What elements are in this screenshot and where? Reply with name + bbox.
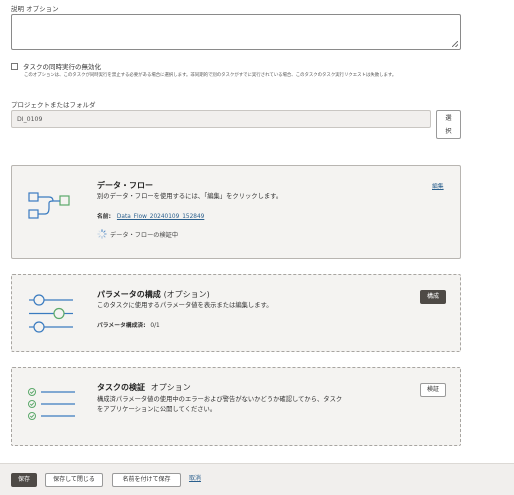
validation-card: タスクの検証 オプション 構成済パラメータ値の使用中のエラーおよび警告がないかど… <box>11 367 461 446</box>
data-flow-name-label: 名前: <box>97 214 111 220</box>
project-label: プロジェクトまたはフォルダ <box>11 101 96 109</box>
configure-button[interactable]: 構成 <box>420 290 446 304</box>
save-as-button[interactable]: 名前を付けて保存 <box>112 473 181 487</box>
validation-description-line2: をアプリケーションに公開してください。 <box>97 406 217 413</box>
data-flow-description: 別のデータ・フローを使用するには、「編集」をクリックします。 <box>97 193 283 200</box>
parameters-description: このタスクに使用するパラメータ値を表示または編集します。 <box>97 302 273 309</box>
validation-checklist-icon <box>28 388 75 420</box>
description-label: 説明 オプション <box>11 5 59 13</box>
edit-data-flow-link[interactable]: 編集 <box>432 181 444 190</box>
disable-concurrent-label: タスクの同時実行の無効化 <box>23 63 101 71</box>
spinner-icon <box>97 229 107 239</box>
project-field[interactable]: DI_0109 <box>11 110 431 128</box>
data-flow-status-text: データ・フローの検証中 <box>110 231 179 239</box>
disable-concurrent-row[interactable]: タスクの同時実行の無効化 <box>11 61 101 71</box>
data-flow-status: データ・フローの検証中 <box>97 229 178 239</box>
parameters-icon <box>29 294 73 333</box>
data-flow-card: データ・フロー 別のデータ・フローを使用するには、「編集」をクリックします。 名… <box>11 165 461 259</box>
select-project-button[interactable]: 選 択 <box>436 110 461 139</box>
parameters-card: パラメータの構成 (オプション) このタスクに使用するパラメータ値を表示または編… <box>11 274 461 352</box>
cancel-link[interactable]: 取消 <box>184 473 206 487</box>
data-flow-icon <box>28 192 70 219</box>
disable-concurrent-checkbox[interactable] <box>11 62 18 70</box>
validation-title-text: タスクの検証 <box>97 383 145 392</box>
save-and-close-button[interactable]: 保存して閉じる <box>45 473 103 487</box>
parameters-configured: パラメータ構成済: 0/1 <box>97 320 160 329</box>
disable-concurrent-help: このオプションは、このタスクが同時実行を禁止する必要がある場合に選択します。非同… <box>24 73 397 78</box>
parameters-title: パラメータの構成 (オプション) <box>97 289 210 300</box>
validation-title: タスクの検証 オプション <box>97 382 191 393</box>
data-flow-name: 名前: Data_Flow_20240109_152849 <box>97 211 204 220</box>
data-flow-title: データ・フロー <box>97 181 153 190</box>
data-flow-name-link[interactable]: Data_Flow_20240109_152849 <box>117 214 204 220</box>
validation-optional: オプション <box>150 383 191 392</box>
parameters-configured-value: 0/1 <box>150 323 160 329</box>
description-textarea[interactable] <box>11 14 461 50</box>
validate-button[interactable]: 検証 <box>420 383 446 397</box>
parameters-optional: (オプション) <box>163 290 210 299</box>
resize-grip-icon[interactable] <box>452 41 458 47</box>
save-button[interactable]: 保存 <box>11 473 37 487</box>
validation-description-line1: 構成済パラメータ値の使用中のエラーおよび警告がないかどうか確認してから、タスク <box>97 396 343 403</box>
footer-bar: 保存 保存して閉じる 名前を付けて保存 取消 <box>0 463 514 495</box>
parameters-configured-label: パラメータ構成済: <box>97 323 146 329</box>
parameters-title-text: パラメータの構成 <box>97 290 161 299</box>
validation-description: 構成済パラメータ値の使用中のエラーおよび警告がないかどうか確認してから、タスク … <box>97 395 342 415</box>
